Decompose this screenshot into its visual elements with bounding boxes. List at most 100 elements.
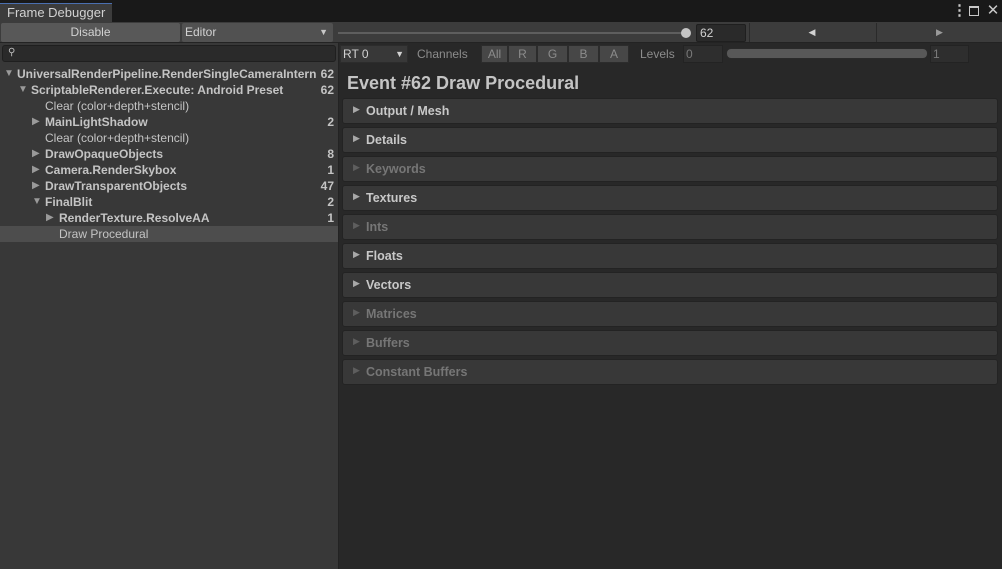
chevron-down-icon: ▼ — [319, 27, 328, 37]
render-target-dropdown[interactable]: RT 0 ▼ — [340, 45, 408, 63]
event-title: Event #62 Draw Procedural — [347, 73, 580, 93]
section-label: Buffers — [366, 336, 410, 350]
channels-label: Channels — [417, 47, 468, 61]
maximize-icon[interactable] — [969, 6, 979, 16]
event-slider-thumb[interactable] — [681, 28, 691, 38]
tab-frame-debugger[interactable]: Frame Debugger — [0, 3, 112, 22]
expand-right-icon[interactable]: ▶ — [32, 146, 42, 162]
close-icon[interactable]: ✕ — [986, 2, 1000, 20]
section-foldout: ▶ Ints — [342, 214, 998, 240]
tree-row[interactable]: ▼ FinalBlit 2 — [0, 194, 338, 210]
tree-row[interactable]: ▶ Camera.RenderSkybox 1 — [0, 162, 338, 178]
tree-row-count: 8 — [327, 147, 334, 161]
section-foldout[interactable]: ▶ Details — [342, 127, 998, 153]
triangle-left-icon: ◀ — [808, 27, 816, 37]
levels-min-field[interactable]: 0 — [683, 45, 723, 63]
triangle-right-icon: ▶ — [936, 27, 943, 37]
disable-button[interactable]: Disable — [1, 23, 180, 42]
window-title-bar — [0, 0, 1002, 22]
search-input[interactable]: ⚲ — [2, 45, 336, 62]
expand-right-icon[interactable]: ▶ — [46, 210, 56, 226]
section-label: Matrices — [366, 307, 417, 321]
expand-down-icon[interactable]: ▼ — [18, 82, 28, 98]
levels-label: Levels — [640, 47, 675, 61]
tree-row-count: 62 — [320, 67, 334, 81]
section-foldout: ▶ Constant Buffers — [342, 359, 998, 385]
target-dropdown[interactable]: Editor ▼ — [182, 23, 333, 42]
section-foldout: ▶ Keywords — [342, 156, 998, 182]
foldout-arrow-icon: ▶ — [353, 191, 360, 201]
tree-row-label: Draw Procedural — [59, 227, 149, 241]
channel-b-button[interactable]: B — [568, 45, 599, 63]
levels-range-slider[interactable] — [726, 48, 928, 59]
channel-r-button[interactable]: R — [508, 45, 537, 63]
tree-row[interactable]: ▶ DrawOpaqueObjects 8 — [0, 146, 338, 162]
expand-right-icon[interactable]: ▶ — [32, 178, 42, 194]
tree-row-label: FinalBlit — [45, 195, 93, 209]
expand-down-icon[interactable]: ▼ — [4, 66, 14, 82]
section-label: Output / Mesh — [366, 104, 450, 118]
foldout-arrow-icon: ▶ — [353, 249, 360, 259]
levels-max-field[interactable]: 1 — [930, 45, 969, 63]
section-label: Floats — [366, 249, 403, 263]
tree-row[interactable]: ▶ DrawTransparentObjects 47 — [0, 178, 338, 194]
tree-row-count: 62 — [320, 83, 334, 97]
channel-all-button[interactable]: All — [481, 45, 508, 63]
tree-row[interactable]: ▼ ScriptableRenderer.Execute: Android Pre… — [0, 82, 338, 98]
section-label: Vectors — [366, 278, 412, 292]
expand-down-icon[interactable]: ▼ — [32, 194, 42, 210]
tree-row-count: 47 — [320, 179, 334, 193]
next-event-button[interactable]: ▶ — [876, 23, 1002, 42]
channel-g-button[interactable]: G — [537, 45, 568, 63]
tree-row-count: 2 — [327, 195, 334, 209]
tree-row[interactable]: ▶ MainLightShadow 2 — [0, 114, 338, 130]
section-label: Ints — [366, 220, 389, 234]
section-label: Textures — [366, 191, 418, 205]
foldout-arrow-icon: ▶ — [353, 365, 360, 375]
render-target-value: RT 0 — [343, 47, 369, 61]
more-vertical-icon[interactable]: ⋮ — [952, 3, 967, 19]
section-label: Details — [366, 133, 407, 147]
foldout-arrow-icon: ▶ — [353, 162, 360, 172]
section-foldout[interactable]: ▶ Output / Mesh — [342, 98, 998, 124]
event-slider-track[interactable] — [338, 32, 688, 34]
foldout-arrow-icon: ▶ — [353, 104, 360, 114]
previous-event-button[interactable]: ◀ — [749, 23, 874, 42]
tree-row-count: 2 — [327, 115, 334, 129]
tree-row-label: Clear (color+depth+stencil) — [45, 131, 190, 145]
tree-row[interactable]: ▼ UniversalRenderPipeline.RenderSingleCam… — [0, 66, 338, 82]
tree-row[interactable]: Draw Procedural — [0, 226, 338, 242]
foldout-arrow-icon: ▶ — [353, 336, 360, 346]
section-foldout[interactable]: ▶ Textures — [342, 185, 998, 211]
search-icon: ⚲ — [8, 47, 16, 58]
tree-row[interactable]: Clear (color+depth+stencil) — [0, 98, 338, 114]
tree-row-count: 1 — [327, 163, 334, 177]
tree-row-count: 1 — [327, 211, 334, 225]
tree-row-label: MainLightShadow — [45, 115, 148, 129]
tree-row-label: Camera.RenderSkybox — [45, 163, 177, 177]
tree-row-label: Clear (color+depth+stencil) — [45, 99, 190, 113]
section-label: Constant Buffers — [366, 365, 468, 379]
expand-right-icon[interactable]: ▶ — [32, 162, 42, 178]
event-number-field[interactable]: 62 — [696, 24, 746, 42]
chevron-down-icon: ▼ — [395, 49, 404, 59]
foldout-arrow-icon: ▶ — [353, 307, 360, 317]
section-label: Keywords — [366, 162, 426, 176]
foldout-arrow-icon: ▶ — [353, 220, 360, 230]
tree-row[interactable]: Clear (color+depth+stencil) — [0, 130, 338, 146]
expand-right-icon[interactable]: ▶ — [32, 114, 42, 130]
tree-row[interactable]: ▶ RenderTexture.ResolveAA 1 — [0, 210, 338, 226]
tree-row-label: RenderTexture.ResolveAA — [59, 211, 210, 225]
foldout-arrow-icon: ▶ — [353, 133, 360, 143]
channel-a-button[interactable]: A — [599, 45, 629, 63]
section-foldout: ▶ Matrices — [342, 301, 998, 327]
foldout-arrow-icon: ▶ — [353, 278, 360, 288]
target-dropdown-value: Editor — [185, 25, 217, 39]
tree-row-label: DrawTransparentObjects — [45, 179, 188, 193]
tree-row-label: ScriptableRenderer.Execute: Android Pres… — [31, 83, 284, 97]
tree-row-label: UniversalRenderPipeline.RenderSingleCame… — [17, 67, 316, 81]
section-foldout[interactable]: ▶ Vectors — [342, 272, 998, 298]
section-foldout[interactable]: ▶ Floats — [342, 243, 998, 269]
tree-row-label: DrawOpaqueObjects — [45, 147, 164, 161]
section-foldout: ▶ Buffers — [342, 330, 998, 356]
